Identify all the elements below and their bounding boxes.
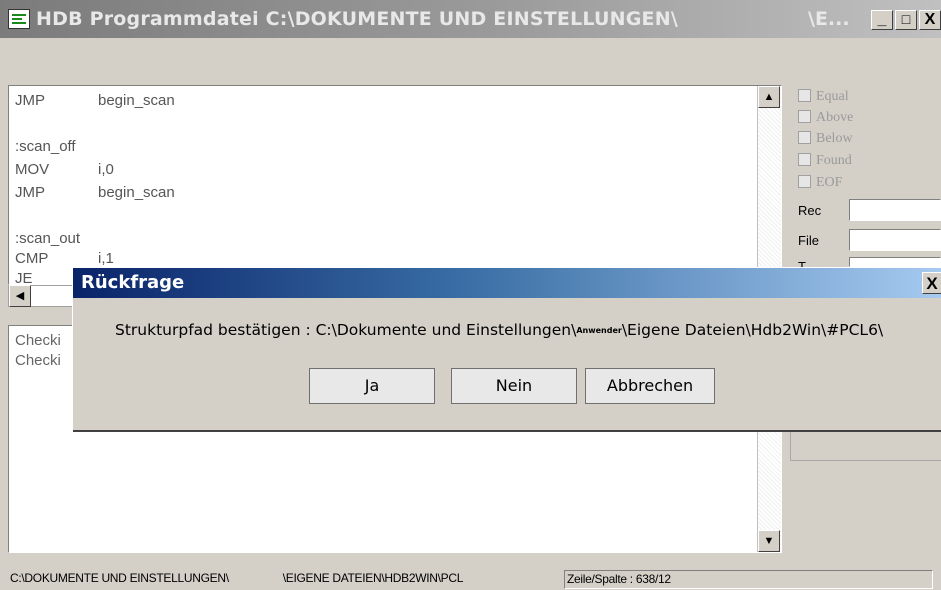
file-label: File: [798, 233, 819, 248]
scroll-up-icon[interactable]: ▲: [758, 86, 780, 108]
yes-button[interactable]: Ja: [309, 368, 435, 404]
rec-label: Rec: [798, 203, 822, 218]
app-icon[interactable]: [8, 9, 30, 29]
flag-eof: EOF: [798, 175, 842, 195]
maximize-button[interactable]: □: [895, 10, 917, 30]
window-title-tail: \E...: [808, 8, 850, 30]
scroll-down-icon[interactable]: ▼: [758, 530, 780, 552]
flag-below: Below: [798, 131, 853, 151]
status-bar: C:\DOKUMENTE UND EINSTELLUNGEN\ \EIGENE D…: [0, 568, 941, 590]
code-line: :scan_off: [15, 138, 76, 155]
flag-found: Found: [798, 153, 852, 173]
window-title: HDB Programmdatei C:\DOKUMENTE UND EINST…: [36, 8, 678, 30]
dialog-title-bar[interactable]: Rückfrage X: [73, 268, 941, 298]
code-line: JMP begin_scan: [15, 184, 175, 201]
scroll-left-icon[interactable]: ◀: [9, 285, 31, 307]
rec-field[interactable]: [849, 199, 941, 221]
window-title-bar[interactable]: HDB Programmdatei C:\DOKUMENTE UND EINST…: [0, 0, 941, 38]
code-line: MOV i,0: [15, 161, 114, 178]
status-path: C:\DOKUMENTE UND EINSTELLUNGEN\ \EIGENE D…: [10, 571, 464, 585]
code-editor[interactable]: JMP begin_scan :scan_off MOV i,0 JMP begin_…: [8, 85, 782, 285]
code-line: JMP begin_scan: [15, 92, 175, 109]
checkbox: [798, 153, 811, 166]
dialog-title: Rückfrage: [81, 272, 185, 293]
checkbox: [798, 131, 811, 144]
output-line: Checki: [15, 352, 61, 369]
close-button[interactable]: X: [919, 10, 941, 30]
dialog-close-button[interactable]: X: [922, 272, 941, 294]
cancel-button[interactable]: Abbrechen: [585, 368, 715, 404]
dialog-message: Strukturpfad bestätigen : C:\Dokumente u…: [115, 321, 884, 339]
file-field[interactable]: [849, 229, 941, 251]
checkbox: [798, 110, 811, 123]
flag-equal: Equal: [798, 89, 849, 109]
flag-above: Above: [798, 110, 853, 130]
code-line: :scan_out: [15, 230, 81, 247]
editor-vertical-scrollbar[interactable]: ▲: [757, 86, 781, 284]
checkbox: [798, 89, 811, 102]
status-position: Zeile/Spalte : 638/12: [564, 570, 933, 589]
output-line: Checki: [15, 332, 61, 349]
no-button[interactable]: Nein: [451, 368, 577, 404]
checkbox: [798, 175, 811, 188]
confirm-dialog: Rückfrage X Strukturpfad bestätigen : C:…: [72, 267, 941, 430]
third-field[interactable]: [849, 257, 941, 267]
panel-box: [790, 425, 941, 461]
minimize-button[interactable]: _: [871, 10, 893, 30]
